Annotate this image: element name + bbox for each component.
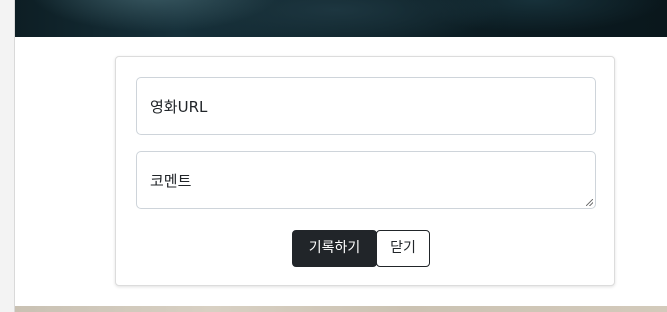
comment-textarea[interactable]: 코멘트	[136, 151, 596, 209]
hero-image	[15, 0, 667, 37]
page: 영화URL 코멘트 기록하기 닫기	[0, 0, 667, 312]
resize-handle-icon[interactable]	[586, 199, 593, 206]
close-button[interactable]: 닫기	[376, 230, 430, 267]
comment-label: 코멘트	[150, 172, 192, 190]
movie-url-label: 영화URL	[150, 98, 208, 116]
bottom-image-strip	[15, 306, 667, 312]
left-gutter	[0, 0, 15, 312]
post-form-card: 영화URL 코멘트 기록하기 닫기	[115, 56, 615, 286]
record-button[interactable]: 기록하기	[292, 230, 377, 267]
movie-url-input[interactable]: 영화URL	[136, 77, 596, 135]
